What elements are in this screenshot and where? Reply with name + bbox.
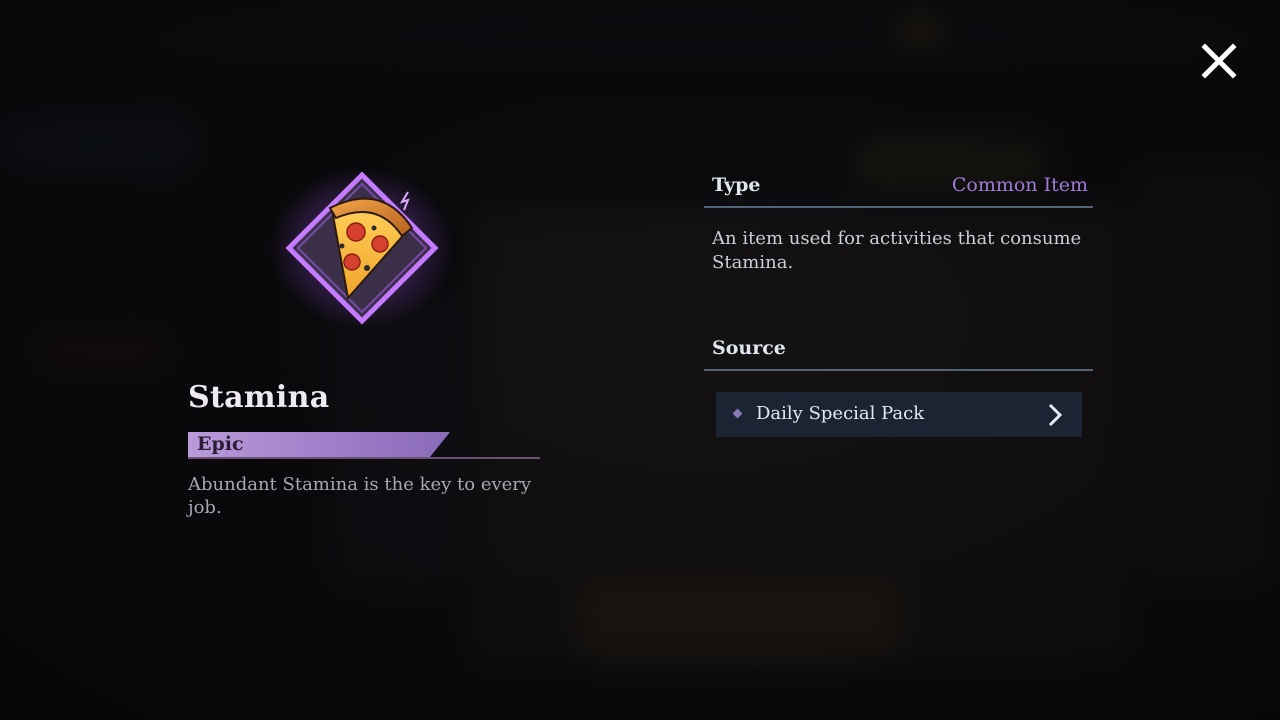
type-heading: Type [712,174,761,196]
rarity-divider [188,457,540,459]
pizza-slice-icon [270,170,454,328]
item-icon-frame [270,170,455,330]
close-icon [1201,43,1237,79]
diamond-bullet-icon [732,408,743,419]
type-divider [704,206,1093,208]
item-description: Abundant Stamina is the key to every job… [188,474,532,518]
item-name: Stamina [188,380,330,415]
source-item-daily-special-pack[interactable]: Daily Special Pack [716,392,1082,437]
blurred-game-background [0,0,1280,720]
chevron-right-icon [1048,403,1063,427]
close-button[interactable] [1200,42,1238,80]
type-value: Common Item [951,174,1088,196]
source-item-label: Daily Special Pack [756,403,925,424]
source-divider [704,369,1093,371]
type-description: An item used for activities that consume… [712,228,1082,273]
rarity-label: Epic [197,433,244,455]
source-heading: Source [712,337,786,359]
